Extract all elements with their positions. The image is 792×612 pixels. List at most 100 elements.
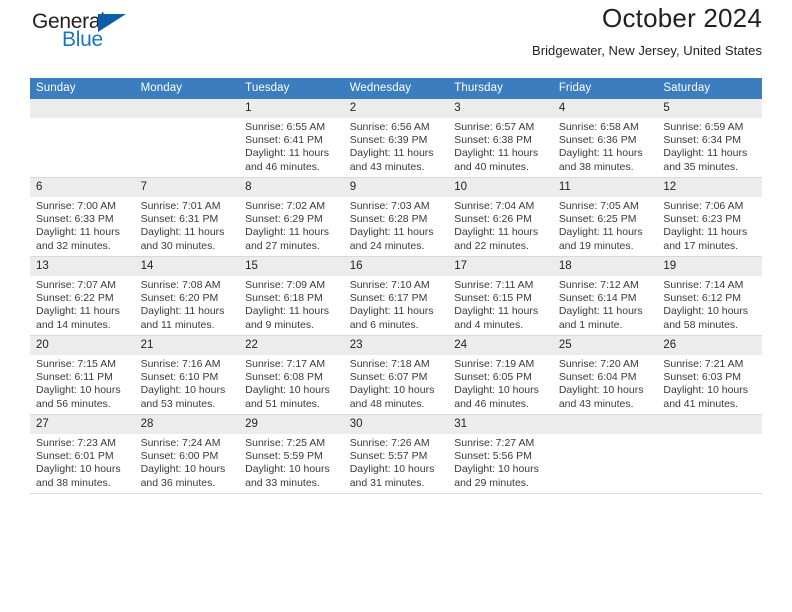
daylight-duration-line1: Daylight: 11 hours <box>454 226 539 239</box>
day-number: 28 <box>134 415 240 434</box>
day-number: 25 <box>552 336 658 355</box>
sunrise-time: Sunrise: 7:25 AM <box>245 437 326 449</box>
daylight-duration-line2: and 46 minutes. <box>454 397 529 410</box>
daylight-duration-line1: Daylight: 11 hours <box>663 147 748 160</box>
sunset-time: Sunset: 6:18 PM <box>245 292 323 305</box>
calendar-day-cell[interactable]: 28 Sunrise: 7:24 AM Sunset: 6:00 PM Dayligh… <box>134 414 240 494</box>
sunset-time: Sunset: 6:38 PM <box>454 134 532 147</box>
page-subtitle: Bridgewater, New Jersey, United States <box>532 42 762 58</box>
sunset-time: Sunset: 6:15 PM <box>454 292 532 305</box>
calendar-day-cell[interactable]: 30 Sunrise: 7:26 AM Sunset: 5:57 PM Dayligh… <box>343 414 449 494</box>
day-number: 26 <box>657 336 762 355</box>
calendar-day-cell[interactable]: 25 Sunrise: 7:20 AM Sunset: 6:04 PM Dayligh… <box>552 335 658 415</box>
calendar-day-cell[interactable]: 1 Sunrise: 6:55 AM Sunset: 6:41 PM Daylight… <box>239 99 344 178</box>
sunset-time: Sunset: 6:07 PM <box>349 371 428 384</box>
day-number: 14 <box>134 257 240 276</box>
daylight-duration-line1: Daylight: 11 hours <box>558 147 643 160</box>
day-number <box>30 99 135 118</box>
day-number: 9 <box>343 178 449 197</box>
general-blue-logo: General Blue <box>30 10 220 60</box>
calendar-day-cell[interactable]: 23 Sunrise: 7:18 AM Sunset: 6:07 PM Dayligh… <box>343 335 449 415</box>
sunrise-time: Sunrise: 7:27 AM <box>454 437 535 449</box>
day-details: Sunrise: 7:05 AM Sunset: 6:25 PM Daylight:… <box>553 197 658 253</box>
daylight-duration-line2: and 40 minutes. <box>454 160 529 173</box>
calendar-day-cell[interactable]: 11 Sunrise: 7:05 AM Sunset: 6:25 PM Dayligh… <box>552 177 658 257</box>
calendar-day-cell[interactable]: 10 Sunrise: 7:04 AM Sunset: 6:26 PM Dayligh… <box>448 177 553 257</box>
daylight-duration-line2: and 35 minutes. <box>663 160 739 173</box>
day-details: Sunrise: 7:25 AM Sunset: 5:59 PM Daylight:… <box>239 434 344 490</box>
sunset-time: Sunset: 6:14 PM <box>558 292 637 305</box>
calendar-day-cell[interactable]: 13 Sunrise: 7:07 AM Sunset: 6:22 PM Dayligh… <box>30 256 135 336</box>
title-block: October 2024 Bridgewater, New Jersey, Un… <box>532 0 762 58</box>
daylight-duration-line2: and 24 minutes. <box>349 239 425 252</box>
calendar-day-cell[interactable]: 18 Sunrise: 7:12 AM Sunset: 6:14 PM Dayligh… <box>552 256 658 336</box>
day-details: Sunrise: 7:15 AM Sunset: 6:11 PM Daylight:… <box>30 355 135 411</box>
calendar-day-cell[interactable]: 17 Sunrise: 7:11 AM Sunset: 6:15 PM Dayligh… <box>448 256 553 336</box>
calendar-day-cell[interactable]: 5 Sunrise: 6:59 AM Sunset: 6:34 PM Daylight… <box>657 99 762 178</box>
calendar-day-cell[interactable]: 15 Sunrise: 7:09 AM Sunset: 6:18 PM Dayligh… <box>239 256 344 336</box>
day-number: 15 <box>239 257 344 276</box>
calendar-day-cell[interactable]: 7 Sunrise: 7:01 AM Sunset: 6:31 PM Daylight… <box>134 177 240 257</box>
day-details: Sunrise: 7:17 AM Sunset: 6:08 PM Daylight:… <box>239 355 344 411</box>
day-details: Sunrise: 7:27 AM Sunset: 5:56 PM Daylight:… <box>448 434 553 490</box>
calendar-day-cell[interactable]: 21 Sunrise: 7:16 AM Sunset: 6:10 PM Dayligh… <box>134 335 240 415</box>
day-number: 11 <box>552 178 658 197</box>
daylight-duration-line2: and 11 minutes. <box>140 318 215 331</box>
calendar-day-cell[interactable]: 19 Sunrise: 7:14 AM Sunset: 6:12 PM Dayligh… <box>657 256 762 336</box>
calendar-day-cell[interactable]: 22 Sunrise: 7:17 AM Sunset: 6:08 PM Dayligh… <box>239 335 344 415</box>
calendar-day-cell[interactable]: 16 Sunrise: 7:10 AM Sunset: 6:17 PM Dayligh… <box>343 256 449 336</box>
calendar-header-row-group: Sunday Monday Tuesday Wednesday Thursday… <box>30 78 762 99</box>
sunrise-time: Sunrise: 6:55 AM <box>245 121 326 133</box>
calendar-day-cell[interactable]: 12 Sunrise: 7:06 AM Sunset: 6:23 PM Dayligh… <box>657 177 762 257</box>
daylight-duration-line2: and 38 minutes. <box>36 476 111 489</box>
calendar-empty-cell <box>30 99 135 178</box>
day-number: 24 <box>448 336 553 355</box>
sunrise-time: Sunrise: 6:57 AM <box>454 121 535 133</box>
calendar-day-cell[interactable]: 24 Sunrise: 7:19 AM Sunset: 6:05 PM Dayligh… <box>448 335 553 415</box>
day-details: Sunrise: 7:07 AM Sunset: 6:22 PM Daylight:… <box>30 276 135 332</box>
sunrise-time: Sunrise: 6:59 AM <box>663 121 744 133</box>
calendar-day-cell[interactable]: 8 Sunrise: 7:02 AM Sunset: 6:29 PM Daylight… <box>239 177 344 257</box>
sunrise-time: Sunrise: 7:20 AM <box>558 358 639 370</box>
sunrise-time: Sunrise: 7:07 AM <box>36 279 116 291</box>
calendar-day-cell[interactable]: 29 Sunrise: 7:25 AM Sunset: 5:59 PM Dayligh… <box>239 414 344 494</box>
daylight-duration-line2: and 58 minutes. <box>663 318 739 331</box>
day-number <box>657 415 762 434</box>
daylight-duration-line2: and 48 minutes. <box>349 397 425 410</box>
day-details: Sunrise: 7:06 AM Sunset: 6:23 PM Daylight:… <box>657 197 762 253</box>
sunrise-time: Sunrise: 7:02 AM <box>245 200 326 212</box>
day-number: 2 <box>343 99 449 118</box>
daylight-duration-line2: and 27 minutes. <box>245 239 320 252</box>
daylight-duration-line2: and 19 minutes. <box>558 239 634 252</box>
sunset-time: Sunset: 6:26 PM <box>454 213 532 226</box>
calendar-day-cell[interactable]: 14 Sunrise: 7:08 AM Sunset: 6:20 PM Dayligh… <box>134 256 240 336</box>
daylight-duration-line1: Daylight: 10 hours <box>245 384 330 397</box>
calendar-day-cell[interactable]: 27 Sunrise: 7:23 AM Sunset: 6:01 PM Dayligh… <box>30 414 135 494</box>
sunset-time: Sunset: 5:59 PM <box>245 450 323 463</box>
sunset-time: Sunset: 6:36 PM <box>558 134 637 147</box>
day-number: 29 <box>239 415 344 434</box>
day-details: Sunrise: 6:55 AM Sunset: 6:41 PM Daylight:… <box>239 118 344 174</box>
calendar-day-cell[interactable]: 31 Sunrise: 7:27 AM Sunset: 5:56 PM Dayligh… <box>448 414 553 494</box>
calendar-day-cell[interactable]: 26 Sunrise: 7:21 AM Sunset: 6:03 PM Dayligh… <box>657 335 762 415</box>
day-number: 16 <box>343 257 449 276</box>
day-details: Sunrise: 7:23 AM Sunset: 6:01 PM Daylight:… <box>30 434 135 490</box>
calendar-week-row: 27 Sunrise: 7:23 AM Sunset: 6:01 PM Dayligh… <box>30 414 762 494</box>
sunrise-time: Sunrise: 7:24 AM <box>140 437 221 449</box>
sunrise-time: Sunrise: 7:04 AM <box>454 200 535 212</box>
sunrise-time: Sunrise: 7:19 AM <box>454 358 535 370</box>
calendar-day-cell[interactable]: 2 Sunrise: 6:56 AM Sunset: 6:39 PM Daylight… <box>343 99 449 178</box>
daylight-duration-line2: and 51 minutes. <box>245 397 320 410</box>
calendar-day-cell[interactable]: 6 Sunrise: 7:00 AM Sunset: 6:33 PM Daylight… <box>30 177 135 257</box>
daylight-duration-line1: Daylight: 10 hours <box>349 463 435 476</box>
day-details: Sunrise: 7:26 AM Sunset: 5:57 PM Daylight:… <box>344 434 449 490</box>
daylight-duration-line1: Daylight: 10 hours <box>663 305 749 318</box>
calendar-day-cell[interactable]: 4 Sunrise: 6:58 AM Sunset: 6:36 PM Daylight… <box>552 99 658 178</box>
sunset-time: Sunset: 6:12 PM <box>663 292 742 305</box>
day-details: Sunrise: 7:09 AM Sunset: 6:18 PM Daylight:… <box>239 276 344 332</box>
sunset-time: Sunset: 6:23 PM <box>663 213 742 226</box>
calendar-day-cell[interactable]: 20 Sunrise: 7:15 AM Sunset: 6:11 PM Dayligh… <box>30 335 135 415</box>
day-details: Sunrise: 6:57 AM Sunset: 6:38 PM Daylight:… <box>448 118 553 174</box>
calendar-day-cell[interactable]: 3 Sunrise: 6:57 AM Sunset: 6:38 PM Daylight… <box>448 99 553 178</box>
calendar-day-cell[interactable]: 9 Sunrise: 7:03 AM Sunset: 6:28 PM Daylight… <box>343 177 449 257</box>
